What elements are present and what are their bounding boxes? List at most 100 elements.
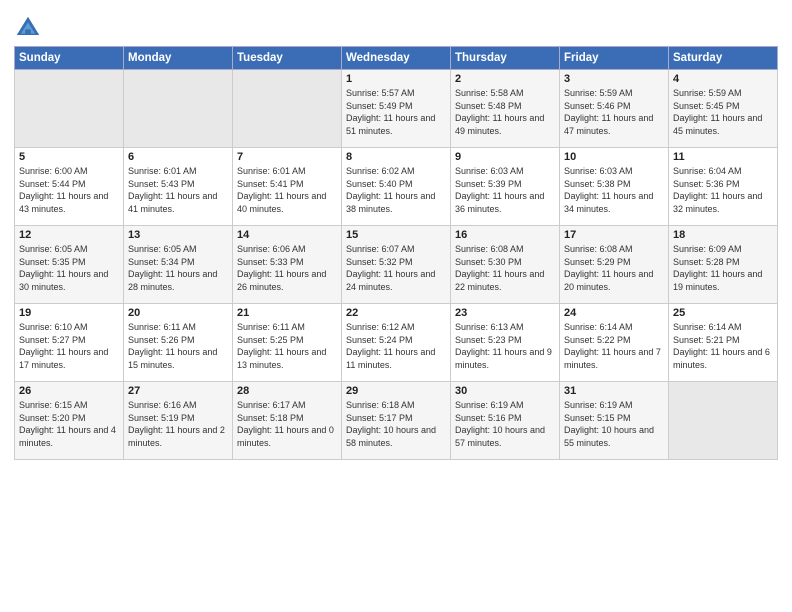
cell-day-number: 2 xyxy=(455,73,555,85)
cell-sunrise: Sunrise: 6:00 AM xyxy=(19,165,119,178)
calendar-table: SundayMondayTuesdayWednesdayThursdayFrid… xyxy=(14,46,778,460)
calendar-cell: 3 Sunrise: 5:59 AM Sunset: 5:46 PM Dayli… xyxy=(560,70,669,148)
calendar-cell xyxy=(15,70,124,148)
cell-sunrise: Sunrise: 5:59 AM xyxy=(564,87,664,100)
cell-daylight: Daylight: 11 hours and 17 minutes. xyxy=(19,346,119,371)
cell-daylight: Daylight: 11 hours and 43 minutes. xyxy=(19,190,119,215)
cell-day-number: 11 xyxy=(673,151,773,163)
cell-sunset: Sunset: 5:19 PM xyxy=(128,412,228,425)
cell-sunset: Sunset: 5:43 PM xyxy=(128,178,228,191)
cell-day-number: 26 xyxy=(19,385,119,397)
calendar-cell: 25 Sunrise: 6:14 AM Sunset: 5:21 PM Dayl… xyxy=(669,304,778,382)
cell-day-number: 9 xyxy=(455,151,555,163)
cell-daylight: Daylight: 11 hours and 28 minutes. xyxy=(128,268,228,293)
cell-sunrise: Sunrise: 6:11 AM xyxy=(128,321,228,334)
week-row-4: 19 Sunrise: 6:10 AM Sunset: 5:27 PM Dayl… xyxy=(15,304,778,382)
cell-sunset: Sunset: 5:40 PM xyxy=(346,178,446,191)
cell-day-number: 19 xyxy=(19,307,119,319)
calendar-cell: 19 Sunrise: 6:10 AM Sunset: 5:27 PM Dayl… xyxy=(15,304,124,382)
cell-sunset: Sunset: 5:16 PM xyxy=(455,412,555,425)
week-row-5: 26 Sunrise: 6:15 AM Sunset: 5:20 PM Dayl… xyxy=(15,382,778,460)
cell-sunset: Sunset: 5:22 PM xyxy=(564,334,664,347)
cell-day-number: 4 xyxy=(673,73,773,85)
cell-daylight: Daylight: 11 hours and 4 minutes. xyxy=(19,424,119,449)
cell-sunrise: Sunrise: 6:07 AM xyxy=(346,243,446,256)
cell-daylight: Daylight: 11 hours and 36 minutes. xyxy=(455,190,555,215)
cell-sunrise: Sunrise: 6:04 AM xyxy=(673,165,773,178)
cell-sunrise: Sunrise: 6:09 AM xyxy=(673,243,773,256)
cell-sunrise: Sunrise: 6:08 AM xyxy=(455,243,555,256)
cell-day-number: 16 xyxy=(455,229,555,241)
cell-sunset: Sunset: 5:34 PM xyxy=(128,256,228,269)
calendar-cell: 18 Sunrise: 6:09 AM Sunset: 5:28 PM Dayl… xyxy=(669,226,778,304)
calendar-cell: 1 Sunrise: 5:57 AM Sunset: 5:49 PM Dayli… xyxy=(342,70,451,148)
calendar-cell: 2 Sunrise: 5:58 AM Sunset: 5:48 PM Dayli… xyxy=(451,70,560,148)
cell-daylight: Daylight: 11 hours and 32 minutes. xyxy=(673,190,773,215)
cell-sunrise: Sunrise: 5:59 AM xyxy=(673,87,773,100)
cell-sunset: Sunset: 5:25 PM xyxy=(237,334,337,347)
cell-daylight: Daylight: 11 hours and 49 minutes. xyxy=(455,112,555,137)
cell-sunrise: Sunrise: 6:02 AM xyxy=(346,165,446,178)
week-row-2: 5 Sunrise: 6:00 AM Sunset: 5:44 PM Dayli… xyxy=(15,148,778,226)
cell-sunrise: Sunrise: 6:03 AM xyxy=(564,165,664,178)
cell-day-number: 10 xyxy=(564,151,664,163)
calendar-cell: 5 Sunrise: 6:00 AM Sunset: 5:44 PM Dayli… xyxy=(15,148,124,226)
cell-daylight: Daylight: 11 hours and 40 minutes. xyxy=(237,190,337,215)
cell-daylight: Daylight: 11 hours and 9 minutes. xyxy=(455,346,555,371)
cell-day-number: 27 xyxy=(128,385,228,397)
cell-sunset: Sunset: 5:26 PM xyxy=(128,334,228,347)
cell-daylight: Daylight: 10 hours and 55 minutes. xyxy=(564,424,664,449)
cell-sunset: Sunset: 5:39 PM xyxy=(455,178,555,191)
cell-daylight: Daylight: 11 hours and 26 minutes. xyxy=(237,268,337,293)
cell-daylight: Daylight: 11 hours and 24 minutes. xyxy=(346,268,446,293)
cell-sunrise: Sunrise: 6:18 AM xyxy=(346,399,446,412)
calendar-cell: 7 Sunrise: 6:01 AM Sunset: 5:41 PM Dayli… xyxy=(233,148,342,226)
cell-sunset: Sunset: 5:20 PM xyxy=(19,412,119,425)
cell-sunrise: Sunrise: 6:10 AM xyxy=(19,321,119,334)
cell-sunrise: Sunrise: 6:05 AM xyxy=(19,243,119,256)
cell-day-number: 15 xyxy=(346,229,446,241)
cell-day-number: 20 xyxy=(128,307,228,319)
cell-day-number: 1 xyxy=(346,73,446,85)
cell-day-number: 29 xyxy=(346,385,446,397)
cell-sunset: Sunset: 5:49 PM xyxy=(346,100,446,113)
cell-day-number: 13 xyxy=(128,229,228,241)
cell-sunrise: Sunrise: 6:08 AM xyxy=(564,243,664,256)
cell-daylight: Daylight: 11 hours and 2 minutes. xyxy=(128,424,228,449)
cell-daylight: Daylight: 10 hours and 58 minutes. xyxy=(346,424,446,449)
cell-day-number: 22 xyxy=(346,307,446,319)
cell-sunrise: Sunrise: 6:01 AM xyxy=(237,165,337,178)
cell-daylight: Daylight: 11 hours and 20 minutes. xyxy=(564,268,664,293)
calendar-cell: 13 Sunrise: 6:05 AM Sunset: 5:34 PM Dayl… xyxy=(124,226,233,304)
cell-day-number: 23 xyxy=(455,307,555,319)
cell-sunset: Sunset: 5:35 PM xyxy=(19,256,119,269)
cell-daylight: Daylight: 11 hours and 38 minutes. xyxy=(346,190,446,215)
calendar-cell: 12 Sunrise: 6:05 AM Sunset: 5:35 PM Dayl… xyxy=(15,226,124,304)
cell-sunset: Sunset: 5:33 PM xyxy=(237,256,337,269)
calendar-cell: 27 Sunrise: 6:16 AM Sunset: 5:19 PM Dayl… xyxy=(124,382,233,460)
day-header-monday: Monday xyxy=(124,47,233,70)
cell-sunrise: Sunrise: 6:01 AM xyxy=(128,165,228,178)
cell-sunset: Sunset: 5:27 PM xyxy=(19,334,119,347)
cell-day-number: 21 xyxy=(237,307,337,319)
calendar-cell: 22 Sunrise: 6:12 AM Sunset: 5:24 PM Dayl… xyxy=(342,304,451,382)
cell-day-number: 6 xyxy=(128,151,228,163)
cell-daylight: Daylight: 11 hours and 19 minutes. xyxy=(673,268,773,293)
cell-day-number: 7 xyxy=(237,151,337,163)
cell-sunset: Sunset: 5:24 PM xyxy=(346,334,446,347)
cell-sunrise: Sunrise: 6:05 AM xyxy=(128,243,228,256)
cell-sunset: Sunset: 5:44 PM xyxy=(19,178,119,191)
cell-day-number: 12 xyxy=(19,229,119,241)
cell-sunrise: Sunrise: 6:03 AM xyxy=(455,165,555,178)
cell-sunrise: Sunrise: 6:19 AM xyxy=(455,399,555,412)
calendar-cell: 8 Sunrise: 6:02 AM Sunset: 5:40 PM Dayli… xyxy=(342,148,451,226)
day-header-wednesday: Wednesday xyxy=(342,47,451,70)
cell-sunset: Sunset: 5:17 PM xyxy=(346,412,446,425)
cell-sunrise: Sunrise: 6:11 AM xyxy=(237,321,337,334)
cell-daylight: Daylight: 11 hours and 15 minutes. xyxy=(128,346,228,371)
cell-sunset: Sunset: 5:29 PM xyxy=(564,256,664,269)
calendar-header: SundayMondayTuesdayWednesdayThursdayFrid… xyxy=(15,47,778,70)
cell-sunrise: Sunrise: 6:13 AM xyxy=(455,321,555,334)
cell-sunrise: Sunrise: 5:57 AM xyxy=(346,87,446,100)
calendar-cell: 20 Sunrise: 6:11 AM Sunset: 5:26 PM Dayl… xyxy=(124,304,233,382)
